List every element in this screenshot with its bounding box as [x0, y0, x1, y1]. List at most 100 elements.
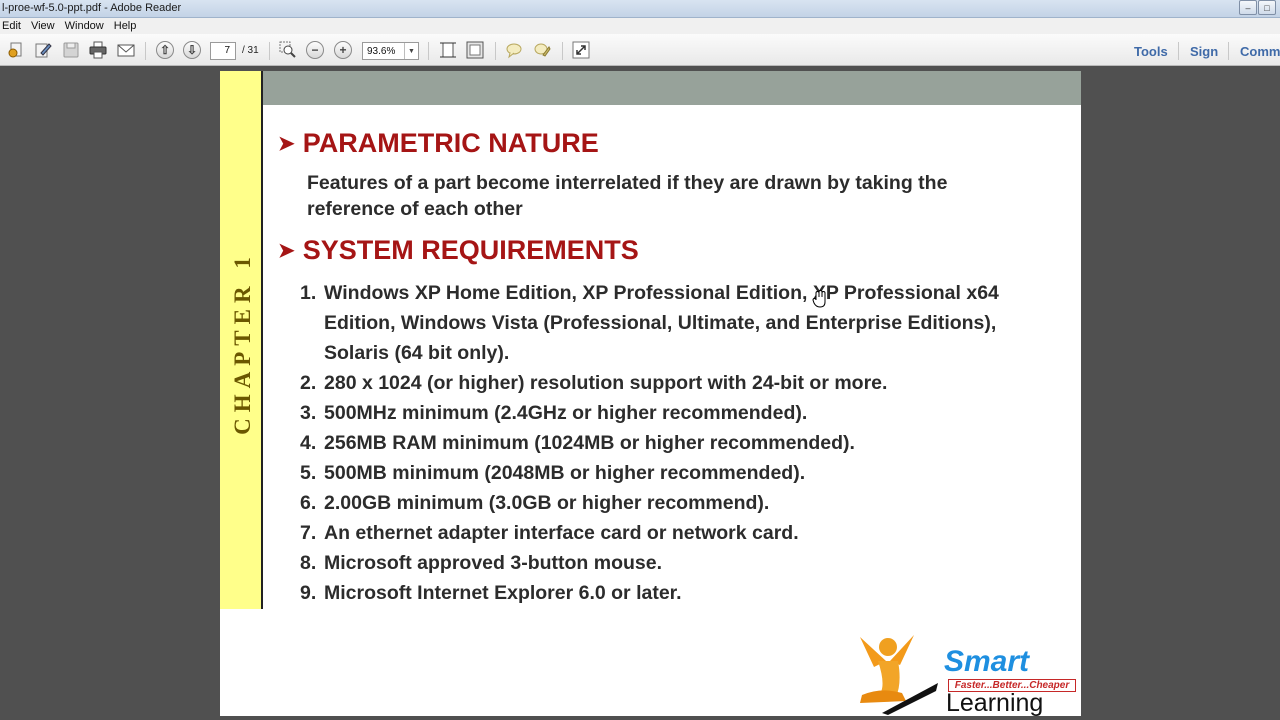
menu-view[interactable]: View — [31, 20, 55, 32]
list-text: 256MB RAM minimum (1024MB or higher reco… — [324, 432, 855, 454]
save-icon — [63, 42, 79, 58]
envelope-icon — [117, 44, 135, 57]
toolbar: ⇧ ⇩ 7 / 31 − + 93.6% ▼ Tools Sign Comm — [0, 34, 1280, 66]
minimize-button[interactable]: – — [1239, 0, 1257, 15]
slide-header-band — [263, 71, 1081, 105]
chapter-label-wrap: CHAPTER 1 — [223, 233, 263, 453]
zoom-value: 93.6% — [367, 46, 396, 57]
list-item: 9. Microsoft Internet Explorer 6.0 or lat… — [300, 578, 1060, 608]
next-page-button[interactable]: ⇩ — [181, 40, 203, 60]
menu-window[interactable]: Window — [65, 20, 104, 32]
fit-page-icon — [440, 42, 456, 58]
smart-learning-logo: Smart Faster...Better...Cheaper Learning — [852, 631, 1077, 717]
print-button[interactable] — [87, 40, 109, 60]
tools-link[interactable]: Tools — [1134, 44, 1168, 59]
create-pdf-button[interactable] — [5, 40, 27, 60]
requirements-list: 1. Windows XP Home Edition, XP Profession… — [300, 278, 1060, 608]
toolbar-separator — [495, 42, 496, 60]
toolbar-separator — [1228, 42, 1229, 60]
list-item: 3. 500MHz minimum (2.4GHz or higher recom… — [300, 398, 1060, 428]
person-figure-icon — [860, 635, 938, 715]
edit-button[interactable] — [32, 40, 54, 60]
arrow-down-icon: ⇩ — [183, 41, 201, 59]
highlighter-icon — [534, 43, 551, 57]
list-text: 280 x 1024 (or higher) resolution suppor… — [324, 372, 888, 394]
list-number: 7. — [300, 522, 317, 544]
sign-link[interactable]: Sign — [1190, 44, 1218, 59]
highlight-button[interactable] — [531, 40, 553, 60]
chapter-label: CHAPTER 1 — [230, 251, 256, 435]
toolbar-separator — [1178, 42, 1179, 60]
list-text: 2.00GB minimum (3.0GB or higher recommen… — [324, 492, 770, 514]
arrow-bullet-icon: ➤ — [278, 133, 295, 155]
page-total: / 31 — [242, 45, 259, 56]
marquee-zoom-button[interactable] — [277, 40, 299, 60]
expand-icon — [572, 41, 590, 59]
fit-width-button[interactable] — [464, 40, 486, 60]
edit-icon — [35, 43, 52, 58]
list-text: 500MB minimum (2048MB or higher recommen… — [324, 462, 806, 484]
heading-text: SYSTEM REQUIREMENTS — [302, 235, 639, 265]
restore-button[interactable]: □ — [1258, 0, 1276, 15]
zoom-select-icon — [279, 41, 296, 58]
add-comment-button[interactable] — [503, 40, 525, 60]
list-number: 6. — [300, 492, 317, 514]
list-item: 5. 500MB minimum (2048MB or higher recomm… — [300, 458, 1060, 488]
chevron-down-icon[interactable]: ▼ — [404, 43, 418, 59]
logo-brand: Smart — [944, 645, 1030, 678]
toolbar-separator — [269, 42, 270, 60]
list-item: 8. Microsoft approved 3-button mouse. — [300, 548, 1060, 578]
list-number: 8. — [300, 552, 317, 574]
email-button[interactable] — [115, 40, 137, 60]
list-text: An ethernet adapter interface card or ne… — [324, 522, 799, 544]
menu-edit[interactable]: Edit — [2, 20, 21, 32]
arrow-bullet-icon: ➤ — [278, 240, 295, 262]
plus-icon: + — [334, 41, 352, 59]
chapter-sidebar: CHAPTER 1 — [220, 71, 263, 609]
minus-icon: − — [306, 41, 324, 59]
toolbar-separator — [562, 42, 563, 60]
list-number: 9. — [300, 582, 317, 604]
previous-page-button[interactable]: ⇧ — [154, 40, 176, 60]
list-item: 4. 256MB RAM minimum (1024MB or higher re… — [300, 428, 1060, 458]
print-icon — [89, 41, 107, 59]
logo-word: Learning — [946, 689, 1044, 717]
list-number: 4. — [300, 432, 317, 454]
arrow-up-icon: ⇧ — [156, 41, 174, 59]
list-text: 500MHz minimum (2.4GHz or higher recomme… — [324, 402, 808, 424]
document-viewer[interactable]: CHAPTER 1 ➤ PARAMETRIC NATURE Features of… — [0, 67, 1280, 720]
zoom-select[interactable]: 93.6% ▼ — [362, 42, 419, 60]
hand-cursor-icon — [812, 290, 826, 308]
list-text: Windows XP Home Edition, XP Professional… — [324, 282, 999, 364]
zoom-out-button[interactable]: − — [304, 40, 326, 60]
zoom-in-button[interactable]: + — [332, 40, 354, 60]
list-number: 2. — [300, 372, 317, 394]
list-text: Microsoft Internet Explorer 6.0 or later… — [324, 582, 682, 604]
create-pdf-icon — [8, 42, 22, 58]
list-number: 1. — [300, 282, 317, 304]
list-number: 3. — [300, 402, 317, 424]
menu-help[interactable]: Help — [114, 20, 137, 32]
list-item: 2. 280 x 1024 (or higher) resolution supp… — [300, 368, 1060, 398]
heading-text: PARAMETRIC NATURE — [302, 128, 599, 158]
menu-bar: Edit View Window Help — [0, 18, 1280, 34]
title-bar: l-proe-wf-5.0-ppt.pdf - Adobe Reader – □ — [0, 0, 1280, 18]
fit-page-button[interactable] — [437, 40, 459, 60]
pdf-page[interactable]: CHAPTER 1 ➤ PARAMETRIC NATURE Features of… — [220, 71, 1081, 717]
window-controls: – □ — [1238, 0, 1276, 15]
page-number-input[interactable]: 7 — [210, 42, 236, 60]
toolbar-separator — [145, 42, 146, 60]
list-item: 6. 2.00GB minimum (3.0GB or higher recomm… — [300, 488, 1060, 518]
comment-bubble-icon — [506, 43, 522, 59]
list-item: 7. An ethernet adapter interface card or … — [300, 518, 1060, 548]
list-item: 1. Windows XP Home Edition, XP Profession… — [300, 278, 1060, 368]
section-heading-requirements: ➤ SYSTEM REQUIREMENTS — [278, 235, 639, 266]
section-heading-parametric: ➤ PARAMETRIC NATURE — [278, 128, 599, 159]
comment-link[interactable]: Comm — [1240, 44, 1280, 59]
save-button[interactable] — [60, 40, 82, 60]
list-number: 5. — [300, 462, 317, 484]
parametric-description: Features of a part become interrelated i… — [307, 172, 948, 220]
fit-width-icon — [466, 41, 484, 59]
full-screen-button[interactable] — [570, 40, 592, 60]
window-title: l-proe-wf-5.0-ppt.pdf - Adobe Reader — [2, 2, 182, 14]
